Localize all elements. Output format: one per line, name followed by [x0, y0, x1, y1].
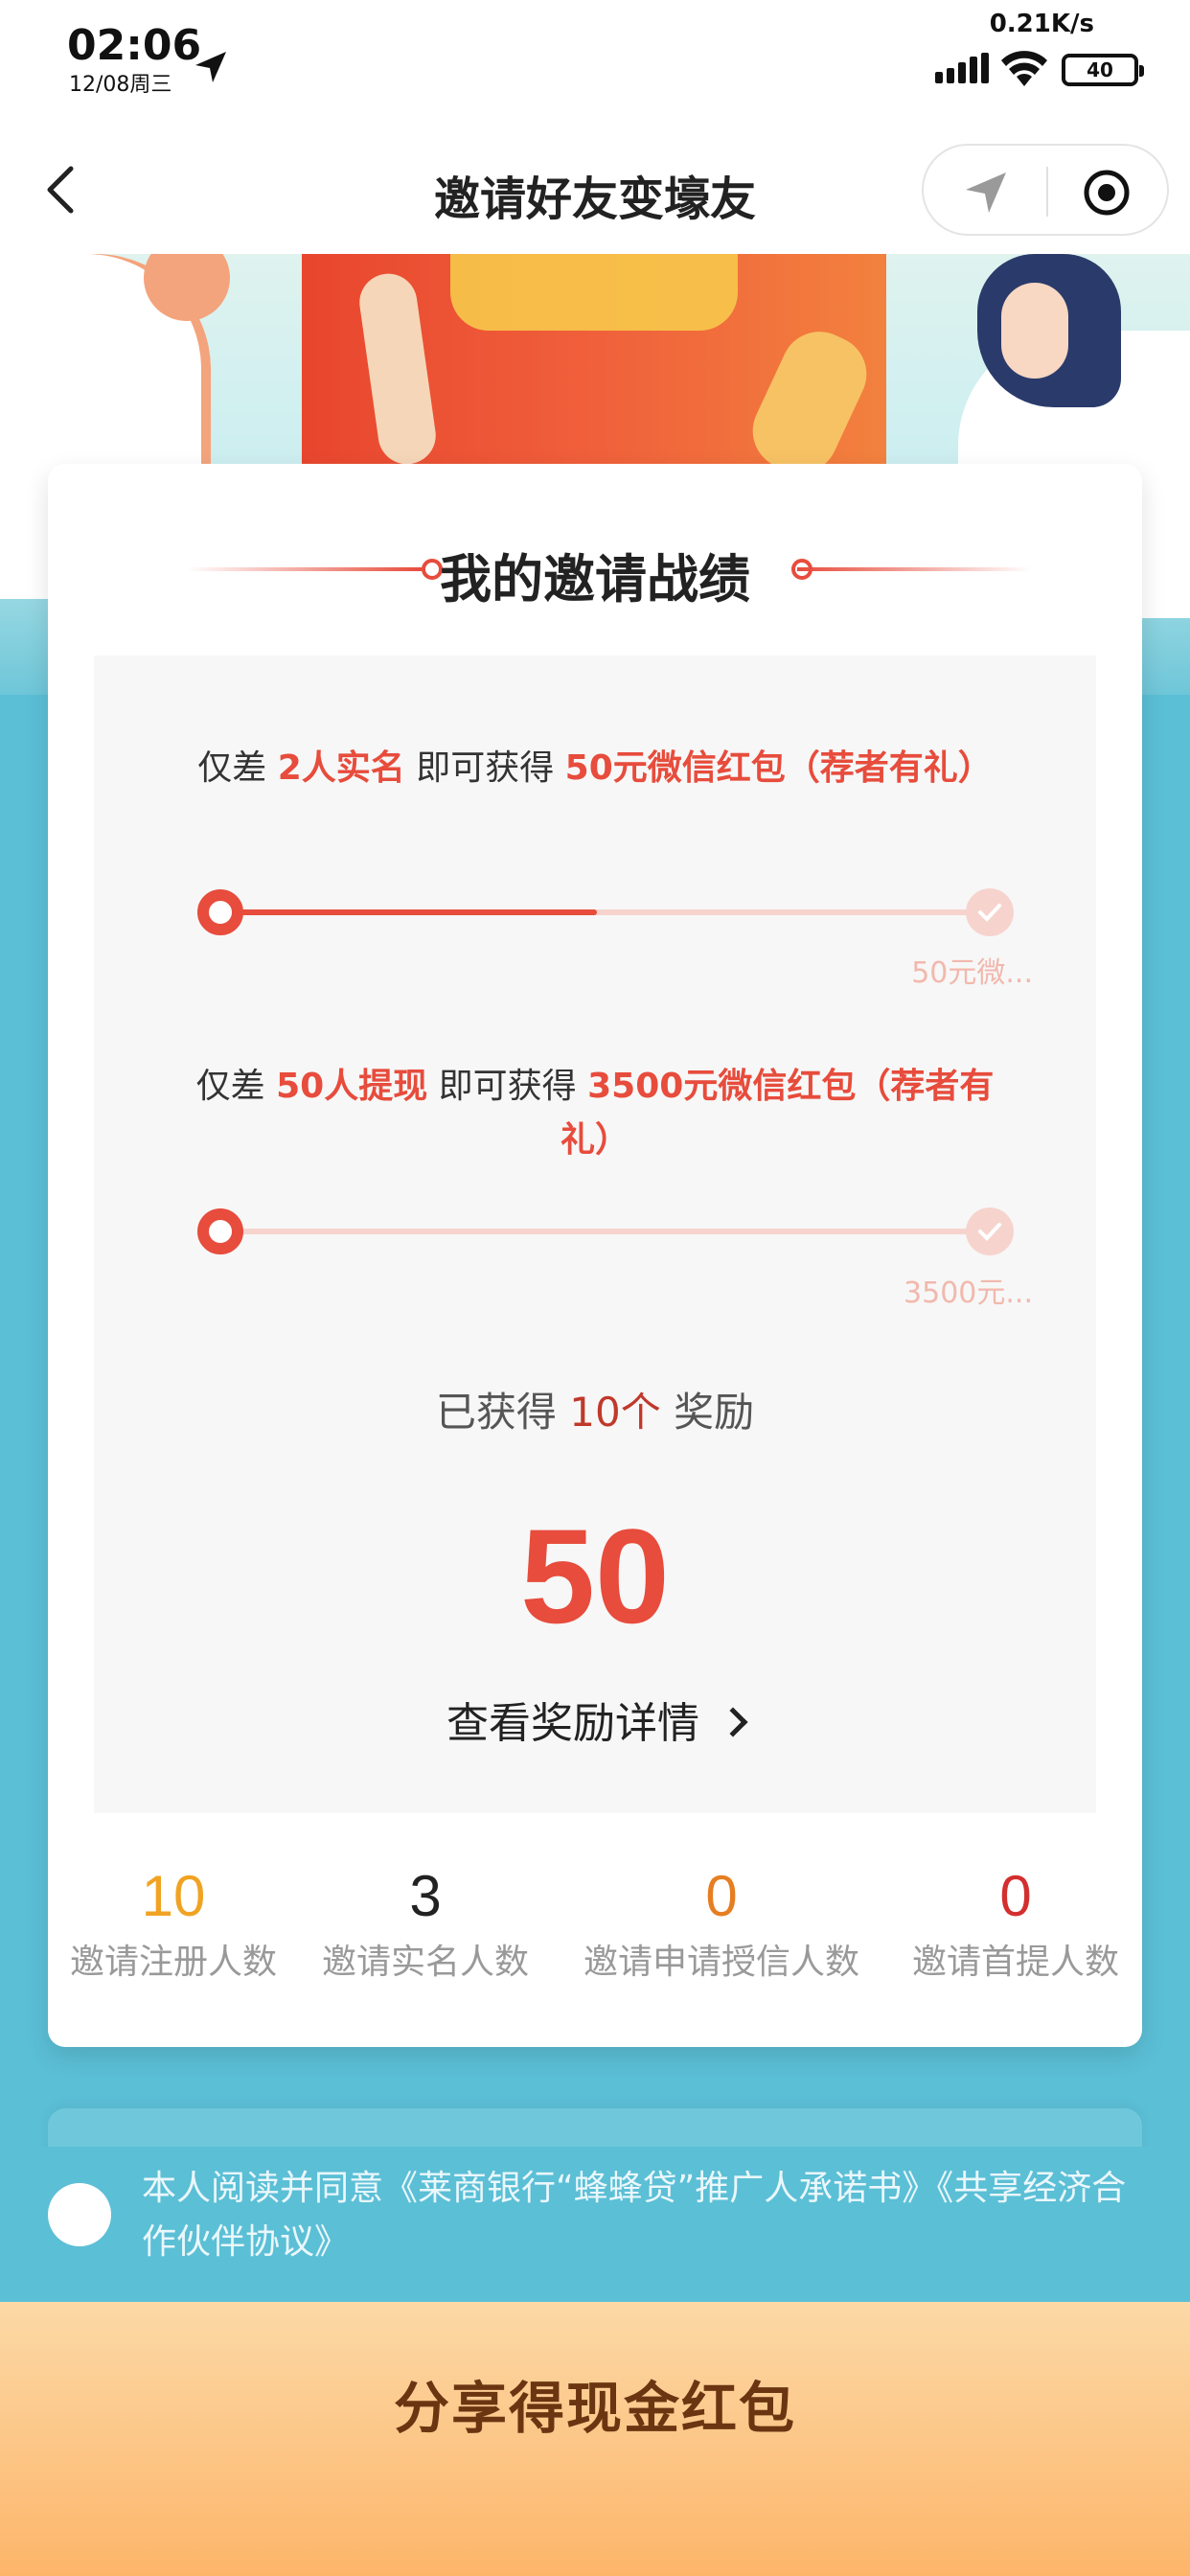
status-date: 12/08周三 [69, 73, 172, 97]
stat-registered: 10 邀请注册人数 [63, 1863, 284, 1984]
status-bar: 02:06 12/08周三 0.21K/s 40 [0, 0, 1190, 125]
title-decoration-right [797, 567, 1032, 571]
card-title: 我的邀请战绩 [440, 549, 750, 610]
close-miniapp-icon[interactable] [1083, 169, 1131, 217]
status-time: 02:06 [67, 21, 202, 70]
reward-summary: 已获得 10个 奖励 [94, 1380, 1096, 1438]
goal-middle: 即可获得 [404, 748, 565, 788]
invite-record-card: 我的邀请战绩 仅差 2人实名 即可获得 50元微信红包（荐者有礼） 50元微..… [48, 464, 1142, 2047]
goal-middle: 即可获得 [427, 1067, 588, 1106]
goal-1-progress-fill [218, 909, 597, 915]
agreement-row: 本人阅读并同意《莱商银行“蜂蜂贷”推广人承诺书》《共享经济合作伙伴协议》 [0, 2147, 1190, 2302]
invite-stats: 10 邀请注册人数 3 邀请实名人数 0 邀请申请授信人数 0 邀请首提人数 [48, 1863, 1142, 1988]
location-arrow-icon [195, 52, 226, 82]
goal-2-progress-track [218, 1229, 975, 1234]
stat-label: 邀请申请授信人数 [583, 1943, 859, 1982]
share-button-label: 分享得现金红包 [393, 2376, 796, 2441]
goal-2-end-label: 3500元... [904, 1276, 1033, 1310]
capsule-divider [1046, 167, 1048, 217]
goal-count: 2人实名 [277, 748, 405, 788]
chevron-right-icon [718, 1707, 748, 1737]
goal-2-text: 仅差 50人提现 即可获得 3500元微信红包（荐者有礼） [190, 1060, 1000, 1167]
reward-prefix: 已获得 [435, 1389, 570, 1436]
agreement-text[interactable]: 本人阅读并同意《莱商银行“蜂蜂贷”推广人承诺书》《共享经济合作伙伴协议》 [142, 2162, 1157, 2269]
goal-reward: 50元微信红包（荐者有礼） [564, 748, 993, 788]
stat-value: 0 [705, 1864, 738, 1928]
agreement-checkbox[interactable] [48, 2183, 111, 2246]
goal-1-progress-track [218, 909, 975, 915]
battery-icon: 40 [1062, 54, 1144, 86]
goal-1-check-icon [966, 888, 1014, 936]
goal-1-text: 仅差 2人实名 即可获得 50元微信红包（荐者有礼） [190, 742, 1000, 795]
stat-first-withdrawal: 0 邀请首提人数 [899, 1863, 1133, 1984]
goal-count: 50人提现 [276, 1067, 428, 1106]
stat-label: 邀请首提人数 [911, 1943, 1119, 1982]
wifi-icon [1001, 51, 1047, 86]
gift-box-coins [450, 254, 738, 331]
reward-suffix: 奖励 [660, 1389, 755, 1436]
goal-1-progress-start [197, 889, 243, 935]
goal-2-check-icon [966, 1208, 1014, 1255]
goal-2-progress-start [197, 1208, 243, 1254]
stat-value: 3 [409, 1864, 442, 1928]
goal-1-end-label: 50元微... [911, 956, 1033, 990]
miniapp-capsule [922, 144, 1169, 236]
stat-label: 邀请实名人数 [321, 1943, 529, 1982]
network-speed: 0.21K/s [989, 10, 1094, 38]
goal-prefix: 仅差 [197, 748, 278, 788]
goal-reward: 3500元微信红包（荐者有礼） [560, 1067, 995, 1160]
stat-credit-applied: 0 邀请申请授信人数 [569, 1863, 874, 1984]
stat-value: 10 [141, 1864, 206, 1928]
nav-bar: 邀请好友变壕友 [0, 125, 1190, 254]
person-right-face [1001, 283, 1068, 379]
stat-value: 0 [999, 1864, 1032, 1928]
signal-icon [935, 53, 989, 83]
reward-details-label: 查看奖励详情 [446, 1699, 699, 1748]
location-icon[interactable] [962, 169, 1010, 217]
reward-details-link[interactable]: 查看奖励详情 [94, 1689, 1096, 1750]
share-button[interactable]: 分享得现金红包 [0, 2302, 1190, 2576]
stat-label: 邀请注册人数 [69, 1943, 277, 1982]
goal-prefix: 仅差 [195, 1067, 277, 1106]
reward-amount: 50 [520, 1501, 670, 1651]
progress-panel: 仅差 2人实名 即可获得 50元微信红包（荐者有礼） 50元微... 仅差 50… [94, 656, 1096, 1813]
reward-count: 10个 [569, 1389, 661, 1436]
stat-verified: 3 邀请实名人数 [312, 1863, 538, 1984]
